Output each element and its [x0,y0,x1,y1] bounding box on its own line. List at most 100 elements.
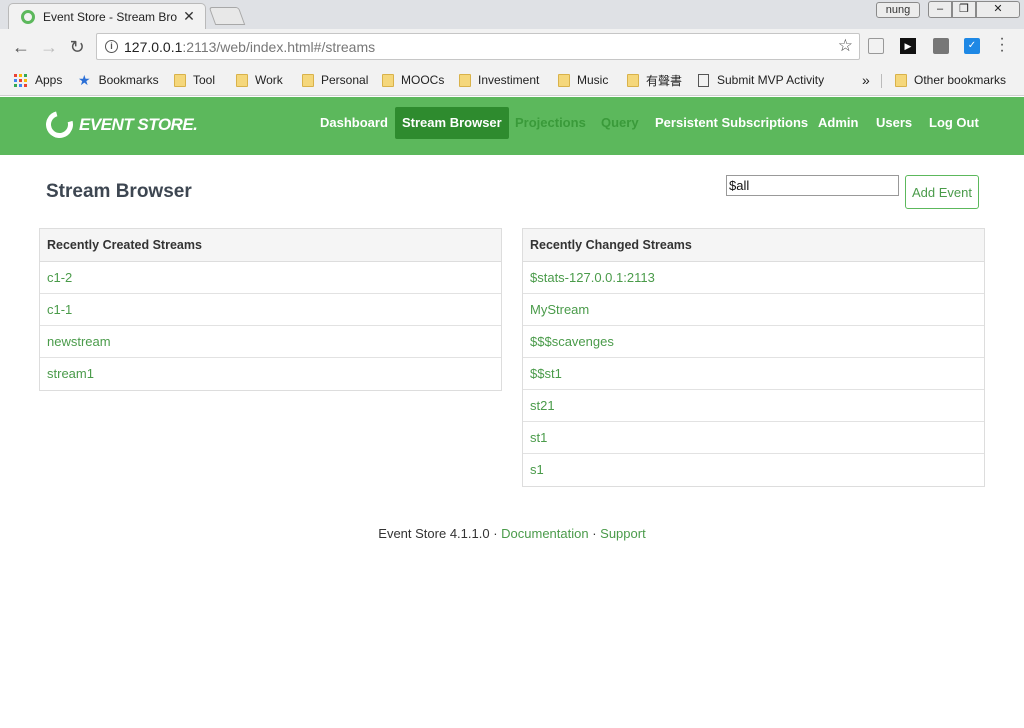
bookmark-folder-work[interactable]: Work [236,71,283,89]
stream-link[interactable]: s1 [530,462,544,477]
footer-separator: · [588,526,601,541]
list-item: c1-1 [40,294,501,326]
folder-icon [302,73,314,87]
apps-dot [24,73,27,77]
apps-grid-icon [14,73,27,87]
star-icon: ★ [78,71,91,88]
recently-changed-streams-panel: Recently Changed Streams $stats-127.0.0.… [522,228,985,487]
logo-ring-icon [41,106,78,143]
bookmark-submit-mvp[interactable]: Submit MVP Activity [698,71,824,89]
apps-dot [19,78,22,82]
list-item: st1 [523,422,984,454]
reload-icon[interactable]: ↻ [66,37,88,59]
close-window-button[interactable]: ✕ [976,1,1020,18]
info-icon[interactable]: i [105,40,118,53]
stream-id-input[interactable] [726,175,899,196]
nav-log-out[interactable]: Log Out [922,107,986,139]
stream-list: c1-2 c1-1 newstream stream1 [40,262,501,390]
nav-stream-browser[interactable]: Stream Browser [395,107,509,139]
apps-dot [19,83,22,87]
profile-badge[interactable]: nung [876,2,920,18]
panel-heading: Recently Changed Streams [523,229,984,262]
folder-icon [459,73,471,87]
add-event-button[interactable]: Add Event [905,175,979,209]
forward-arrow-icon[interactable]: → [38,37,60,59]
folder-icon [558,73,570,87]
list-item: newstream [40,326,501,358]
favicon-icon [21,9,35,24]
address-bar[interactable]: i 127.0.0.1:2113/web/index.html#/streams… [96,33,860,60]
stream-link[interactable]: $stats-127.0.0.1:2113 [530,270,655,285]
list-item: MyStream [523,294,984,326]
nav-persistent-subscriptions[interactable]: Persistent Subscriptions [648,107,815,139]
nav-dashboard[interactable]: Dashboard [313,107,395,139]
nav-users[interactable]: Users [869,107,919,139]
stream-link[interactable]: $$$scavenges [530,334,614,349]
apps-dot [14,73,17,77]
back-arrow-icon[interactable]: ← [10,37,32,59]
tab-title: Event Store - Stream Bro [43,9,178,24]
folder-icon [382,73,394,87]
stream-link[interactable]: st21 [530,398,555,413]
apps-dot [24,78,27,82]
event-store-logo[interactable]: EVENT STORE. [41,106,198,143]
folder-icon [174,73,186,87]
browser-tab[interactable]: Event Store - Stream Bro ✕ [8,3,206,29]
stream-link[interactable]: c1-1 [47,302,72,317]
close-tab-icon[interactable]: ✕ [181,8,197,25]
trello-extension-icon[interactable] [933,38,949,54]
url-text[interactable]: 127.0.0.1:2113/web/index.html#/streams [124,39,375,55]
bookmarks-bar: Apps ★ Bookmarks Tool Work Personal MOOC… [0,65,1024,96]
browser-menu-icon[interactable]: · · · [996,31,1008,59]
copy-extension-icon[interactable] [868,38,884,54]
tab-strip: Event Store - Stream Bro ✕ nung – ❐ ✕ [0,0,1024,29]
list-item: stream1 [40,358,501,390]
list-item: st21 [523,390,984,422]
version-text: Event Store 4.1.1.0 [378,526,490,541]
documentation-link[interactable]: Documentation [501,526,588,541]
list-item: c1-2 [40,262,501,294]
bookmark-folder-music[interactable]: Music [558,71,608,89]
bookmark-star-icon[interactable]: ☆ [838,36,853,56]
nav-admin[interactable]: Admin [811,107,865,139]
folder-icon [236,73,248,87]
bookmark-folder-other[interactable]: Other bookmarks [895,71,1006,89]
list-item: $stats-127.0.0.1:2113 [523,262,984,294]
support-link[interactable]: Support [600,526,646,541]
pocket-extension-icon[interactable]: ✓ [964,38,980,54]
stream-link[interactable]: c1-2 [47,270,72,285]
bookmark-folder-moocs[interactable]: MOOCs [382,71,444,89]
bookmark-bookmarks[interactable]: ★ Bookmarks [78,71,159,89]
stream-link[interactable]: stream1 [47,366,94,381]
list-item: $$st1 [523,358,984,390]
folder-icon [627,73,639,87]
list-item: s1 [523,454,984,486]
apps-dot [19,73,22,77]
apps-dot [24,83,27,87]
list-item: $$$scavenges [523,326,984,358]
bookmark-overflow-chevron-icon[interactable]: » [862,71,870,89]
bookmark-apps[interactable]: Apps [14,71,62,89]
stream-link[interactable]: st1 [530,430,547,445]
bookmark-folder-audiobooks[interactable]: 有聲書 [627,71,682,89]
minimize-button[interactable]: – [928,1,952,18]
footer-separator: · [489,526,502,541]
bookmark-folder-tool[interactable]: Tool [174,71,215,89]
play-extension-icon[interactable]: ▶ [900,38,916,54]
stream-link[interactable]: newstream [47,334,111,349]
panel-heading: Recently Created Streams [40,229,501,262]
browser-toolbar: ← → ↻ i 127.0.0.1:2113/web/index.html#/s… [0,29,1024,65]
bookmark-folder-personal[interactable]: Personal [302,71,368,89]
apps-dot [14,78,17,82]
bookmark-folder-investiment[interactable]: Investiment [459,71,539,89]
nav-projections[interactable]: Projections [508,107,593,139]
stream-link[interactable]: MyStream [530,302,589,317]
maximize-button[interactable]: ❐ [952,1,976,18]
stream-list: $stats-127.0.0.1:2113 MyStream $$$scaven… [523,262,984,486]
page-icon [698,73,709,87]
footer: Event Store 4.1.1.0 · Documentation · Su… [0,526,1024,541]
stream-link[interactable]: $$st1 [530,366,562,381]
page-title: Stream Browser [46,181,192,202]
nav-query[interactable]: Query [594,107,646,139]
new-tab-button[interactable] [208,7,246,25]
